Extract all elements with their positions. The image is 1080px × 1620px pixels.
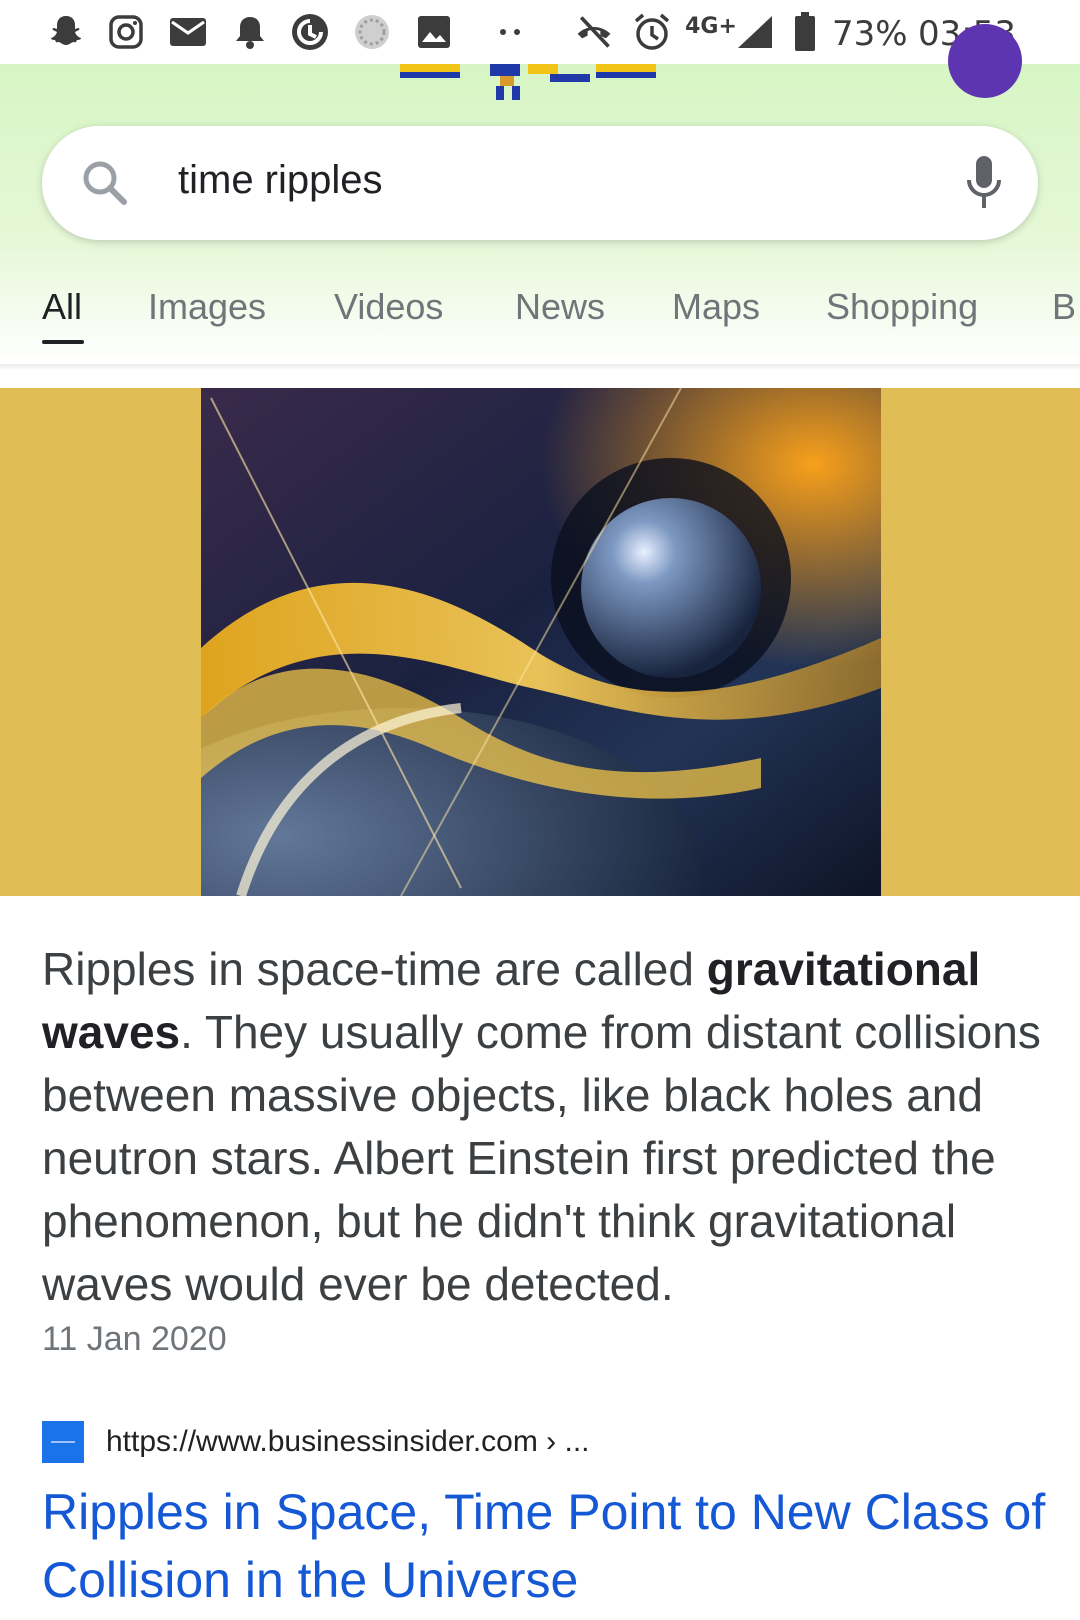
site-favicon-icon xyxy=(42,1421,84,1463)
tab-images[interactable]: Images xyxy=(148,286,266,328)
google-doodle[interactable] xyxy=(400,64,690,104)
status-bar: 4G+ 73% 03:53 xyxy=(0,0,1080,64)
featured-snippet-text: Ripples in space-time are called gravita… xyxy=(42,943,1041,1310)
tab-shopping[interactable]: Shopping xyxy=(826,286,978,328)
tab-more[interactable]: B xyxy=(1052,286,1076,328)
result-source[interactable]: https://www.businessinsider.com › ... xyxy=(42,1420,590,1464)
search-tabs: All Images Videos News Maps Shopping B xyxy=(0,260,1080,364)
microphone-icon[interactable] xyxy=(964,154,1004,212)
result-url[interactable]: https://www.businessinsider.com › ... xyxy=(106,1425,590,1459)
active-tab-indicator xyxy=(42,340,84,344)
result-image[interactable] xyxy=(201,388,881,896)
notification-bell-icon xyxy=(230,12,270,52)
tab-videos[interactable]: Videos xyxy=(334,286,443,328)
search-input[interactable]: time ripples xyxy=(178,158,383,203)
tab-news[interactable]: News xyxy=(515,286,605,328)
search-icon[interactable] xyxy=(80,158,130,208)
result-title-link[interactable]: Ripples in Space, Time Point to New Clas… xyxy=(42,1478,1052,1614)
search-box[interactable]: time ripples xyxy=(42,126,1038,240)
snapchat-icon xyxy=(46,12,86,52)
tab-all[interactable]: All xyxy=(42,286,82,328)
more-dots-icon xyxy=(490,12,530,52)
tab-maps[interactable]: Maps xyxy=(672,286,760,328)
battery-icon xyxy=(790,12,820,52)
sync-icon xyxy=(290,12,330,52)
image-icon xyxy=(414,12,454,52)
instagram-icon xyxy=(106,12,146,52)
signal-icon xyxy=(734,12,774,52)
loading-icon xyxy=(352,12,392,52)
account-avatar[interactable] xyxy=(948,24,1022,98)
alarm-icon xyxy=(632,12,672,52)
tabs-divider xyxy=(0,364,1080,370)
snippet-date: 11 Jan 2020 xyxy=(42,1320,227,1358)
battery-percentage: 73% xyxy=(832,14,908,54)
network-4g-icon: 4G+ xyxy=(685,14,737,39)
featured-image-band xyxy=(0,388,1080,896)
no-call-icon xyxy=(574,12,614,52)
mail-icon xyxy=(168,12,208,52)
